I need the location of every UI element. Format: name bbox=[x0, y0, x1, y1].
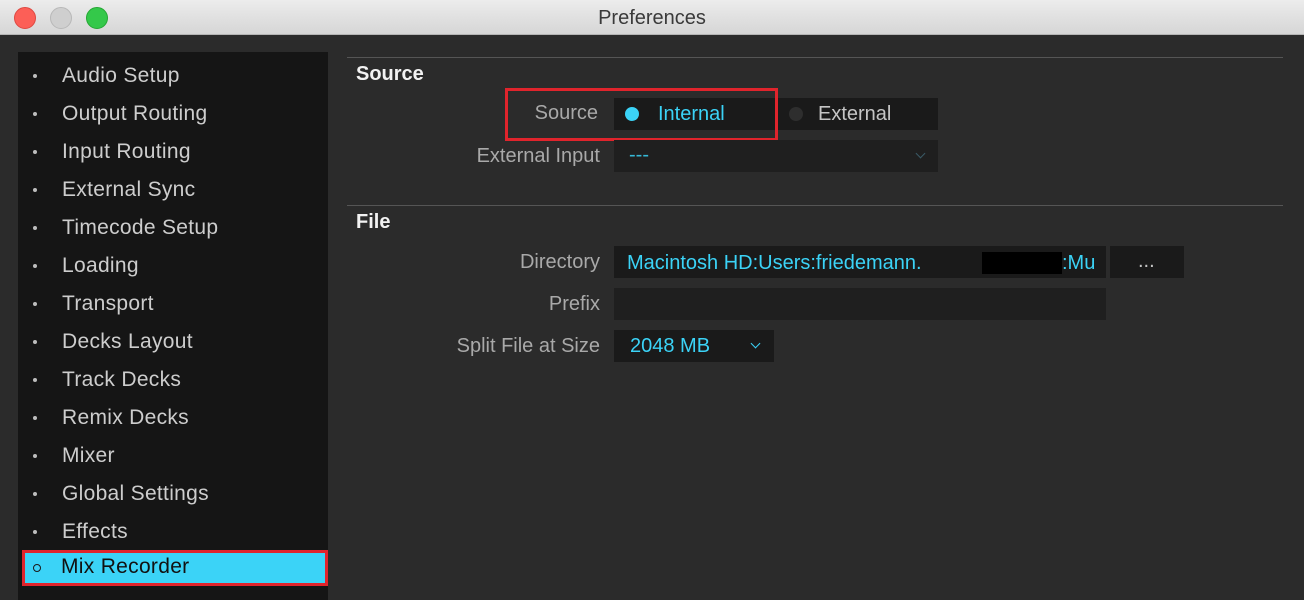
sidebar-item-label: Effects bbox=[62, 520, 128, 543]
external-input-value: --- bbox=[629, 144, 649, 166]
bullet-icon bbox=[33, 264, 37, 268]
bullet-icon bbox=[33, 150, 37, 154]
prefix-input[interactable] bbox=[614, 288, 1106, 320]
bullet-icon bbox=[33, 188, 37, 192]
sidebar-item-label: Audio Setup bbox=[62, 64, 180, 87]
sidebar-item-audio-setup[interactable]: Audio Setup bbox=[24, 59, 324, 91]
external-input-select[interactable]: --- bbox=[614, 140, 938, 172]
split-size-label: Split File at Size bbox=[456, 335, 600, 357]
bullet-icon bbox=[33, 226, 37, 230]
title-bar: Preferences bbox=[0, 0, 1304, 35]
bullet-icon bbox=[33, 530, 37, 534]
sidebar-item-decks-layout[interactable]: Decks Layout bbox=[24, 325, 324, 357]
source-section-title: Source bbox=[356, 63, 424, 85]
source-highlight-box bbox=[505, 88, 778, 141]
sidebar-item-output-routing[interactable]: Output Routing bbox=[24, 97, 324, 129]
sidebar-item-remix-decks[interactable]: Remix Decks bbox=[24, 401, 324, 433]
sidebar-item-label: External Sync bbox=[62, 178, 196, 201]
source-section-header: Source bbox=[347, 57, 1283, 88]
directory-value-tail: :Mu bbox=[1062, 252, 1096, 274]
directory-label: Directory bbox=[519, 251, 600, 273]
sidebar-item-label: Mix Recorder bbox=[61, 555, 190, 578]
bullet-icon bbox=[33, 416, 37, 420]
bullet-icon bbox=[33, 492, 37, 496]
radio-unselected-icon bbox=[789, 107, 803, 121]
file-section-title: File bbox=[356, 211, 391, 233]
prefix-label: Prefix bbox=[548, 293, 600, 315]
sidebar-item-mixer[interactable]: Mixer bbox=[24, 439, 324, 471]
sidebar-item-label: Timecode Setup bbox=[62, 216, 219, 239]
redacted-region bbox=[982, 252, 1062, 274]
sidebar-item-label: Loading bbox=[62, 254, 139, 277]
sidebar-item-label: Track Decks bbox=[62, 368, 182, 391]
external-input-label: External Input bbox=[476, 145, 600, 167]
sidebar-item-label: Transport bbox=[62, 292, 154, 315]
window-title: Preferences bbox=[598, 7, 706, 29]
sidebar-item-loading[interactable]: Loading bbox=[24, 249, 324, 281]
sidebar-item-mix-recorder[interactable]: Mix Recorder bbox=[22, 550, 328, 586]
file-section-header: File bbox=[347, 205, 1283, 236]
bullet-icon bbox=[33, 74, 37, 78]
sidebar-item-track-decks[interactable]: Track Decks bbox=[24, 363, 324, 395]
chevron-down-icon bbox=[750, 338, 761, 349]
source-external-label: External bbox=[818, 103, 892, 125]
sidebar-item-label: Decks Layout bbox=[62, 330, 193, 353]
sidebar-item-global-settings[interactable]: Global Settings bbox=[24, 477, 324, 509]
sidebar-item-label: Input Routing bbox=[62, 140, 191, 163]
browse-button-label: ... bbox=[1138, 250, 1155, 272]
bullet-icon bbox=[33, 302, 37, 306]
bullet-icon bbox=[33, 378, 37, 382]
sidebar-item-label: Global Settings bbox=[62, 482, 209, 505]
directory-value: Macintosh HD:Users:friedemann. bbox=[627, 252, 922, 274]
sidebar-item-label: Mixer bbox=[62, 444, 115, 467]
sidebar-item-external-sync[interactable]: External Sync bbox=[24, 173, 324, 205]
bullet-icon bbox=[33, 340, 37, 344]
browse-directory-button[interactable]: ... bbox=[1110, 246, 1184, 278]
chevron-down-icon bbox=[915, 148, 926, 159]
sidebar-item-label: Remix Decks bbox=[62, 406, 189, 429]
selected-bullet-icon bbox=[33, 564, 41, 572]
split-size-select[interactable]: 2048 MB bbox=[614, 330, 774, 362]
sidebar-item-transport[interactable]: Transport bbox=[24, 287, 324, 319]
directory-field[interactable]: Macintosh HD:Users:friedemann. :Mu bbox=[614, 246, 1106, 278]
bullet-icon bbox=[33, 112, 37, 116]
preferences-sidebar: Audio Setup Output Routing Input Routing… bbox=[18, 52, 328, 600]
sidebar-item-timecode-setup[interactable]: Timecode Setup bbox=[24, 211, 324, 243]
split-size-value: 2048 MB bbox=[630, 335, 711, 357]
bullet-icon bbox=[33, 454, 37, 458]
sidebar-item-label: Output Routing bbox=[62, 102, 208, 125]
sidebar-item-effects[interactable]: Effects bbox=[24, 515, 324, 547]
sidebar-item-input-routing[interactable]: Input Routing bbox=[24, 135, 324, 167]
source-external-radio[interactable]: External bbox=[778, 98, 938, 130]
